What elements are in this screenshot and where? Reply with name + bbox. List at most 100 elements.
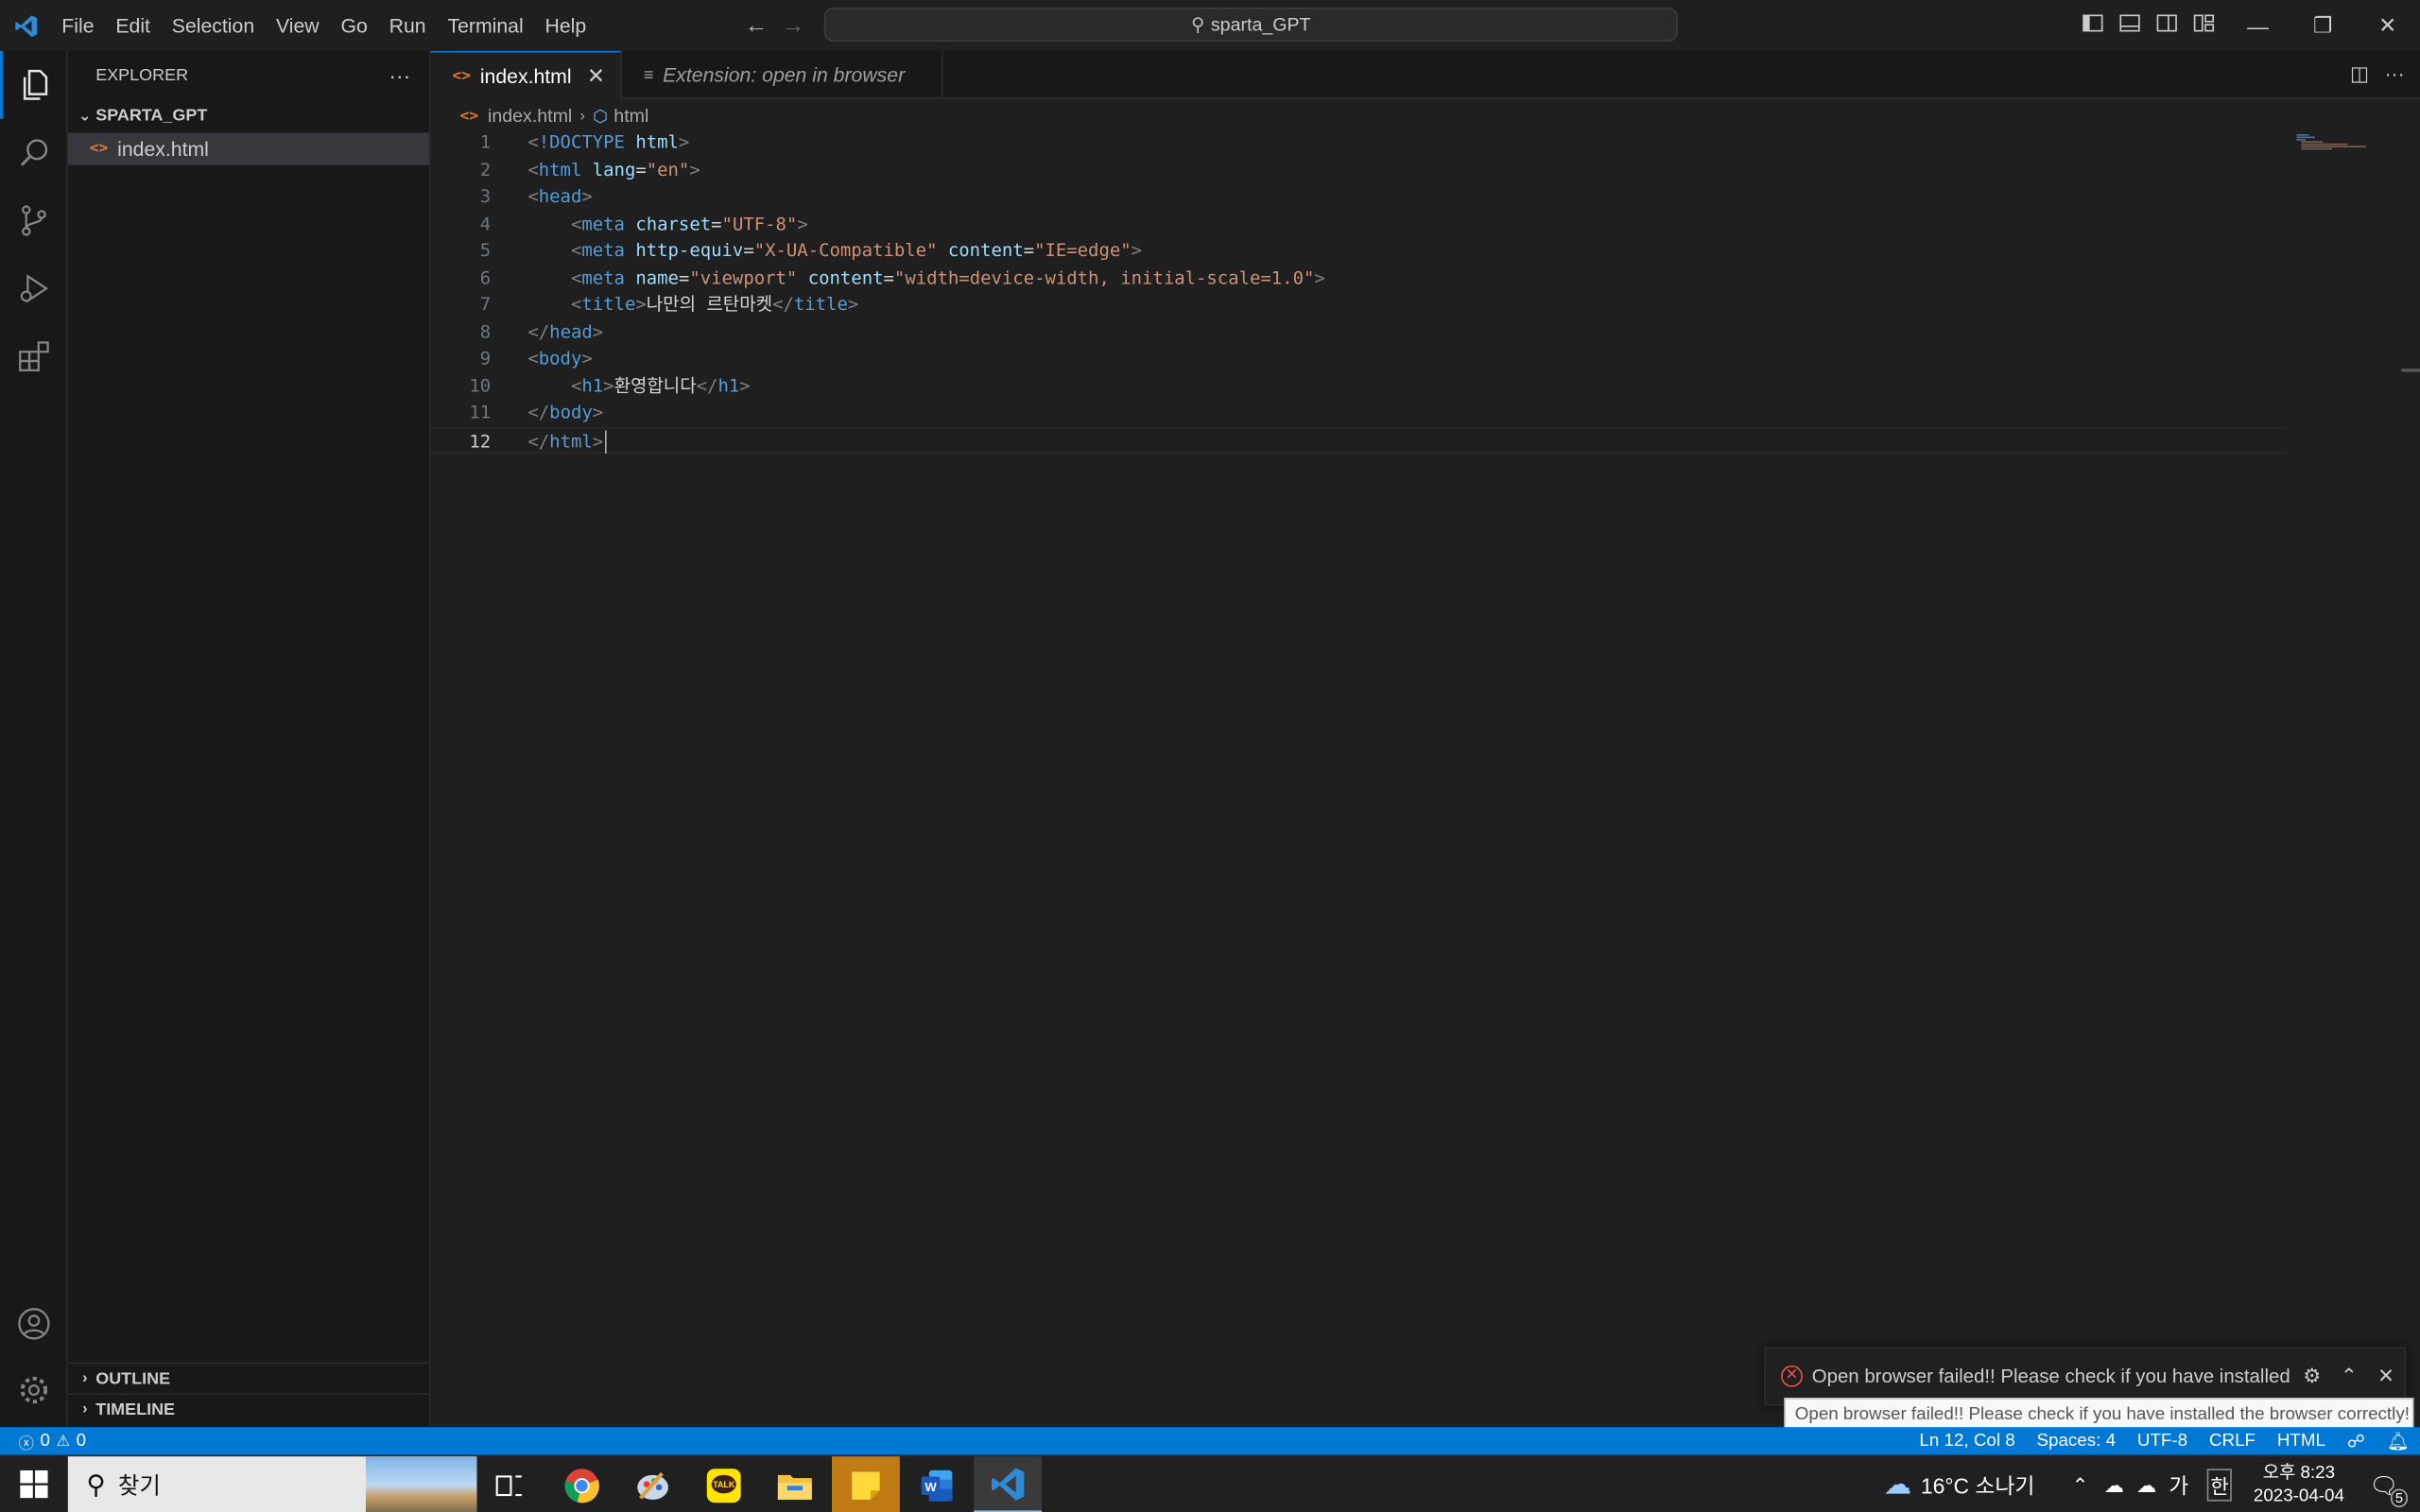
workspace-folder[interactable]: ⌄ SPARTA_GPT — [68, 98, 429, 132]
code-line[interactable]: 9 <body> — [431, 346, 2288, 373]
back-arrow-icon[interactable]: ← — [742, 12, 769, 40]
code-text[interactable]: <html lang="en"> — [527, 157, 700, 184]
chrome-icon[interactable] — [548, 1456, 616, 1512]
menu-help[interactable]: Help — [534, 0, 597, 51]
close-notification-icon[interactable]: ✕ — [2367, 1364, 2404, 1388]
line-number: 9 — [479, 347, 492, 369]
clock[interactable]: 오후 8:23 2023-04-04 — [2254, 1462, 2344, 1508]
weather-text[interactable]: 16°C 소나기 — [1921, 1469, 2035, 1501]
menu-selection[interactable]: Selection — [161, 0, 265, 51]
explorer-sidebar: EXPLORER ··· ⌄ SPARTA_GPT <> index.html … — [67, 50, 431, 1428]
accounts-icon[interactable] — [0, 1290, 68, 1358]
error-notification[interactable]: ✕ Open browser failed!! Please check if … — [1764, 1347, 2407, 1406]
code-line[interactable]: 7 <title>나만의 르탄마켓</title> — [431, 292, 2288, 319]
toggle-secondary-sidebar-icon[interactable] — [2154, 10, 2182, 38]
customize-layout-icon[interactable] — [2191, 10, 2219, 38]
end-of-line[interactable]: CRLF — [2199, 1432, 2267, 1451]
menu-edit[interactable]: Edit — [105, 0, 161, 51]
notification-settings-gear-icon[interactable]: ⚙ — [2293, 1364, 2330, 1388]
file-encoding[interactable]: UTF-8 — [2126, 1432, 2198, 1451]
code-text[interactable]: </body> — [527, 400, 603, 427]
file-explorer-icon[interactable] — [761, 1456, 829, 1512]
explorer-icon[interactable] — [0, 50, 68, 119]
weather-icon[interactable]: ☁ — [1884, 1469, 1911, 1501]
kakaotalk-icon[interactable]: TALK — [690, 1456, 758, 1512]
vscode-taskbar-icon[interactable] — [974, 1456, 1043, 1512]
tab-index-html[interactable]: <> index.html ✕ — [430, 50, 623, 101]
paint-app-icon[interactable] — [619, 1456, 687, 1512]
code-text[interactable]: <title>나만의 르탄마켓</title> — [527, 292, 858, 319]
split-editor-icon[interactable]: ◫ — [2350, 61, 2369, 86]
toggle-primary-sidebar-icon[interactable] — [2081, 10, 2108, 38]
command-center-search[interactable]: ⚲ sparta_GPT — [823, 8, 1678, 43]
more-actions-icon[interactable]: ··· — [2384, 61, 2404, 86]
windows-start-icon[interactable] — [0, 1455, 68, 1512]
close-tab-icon[interactable]: ✕ — [587, 63, 605, 90]
code-editor[interactable]: 1 <!DOCTYPE html> 2 <html lang="en"> 3 <head>… — [430, 129, 2420, 1428]
menu-file[interactable]: File — [51, 0, 105, 51]
extensions-icon[interactable] — [0, 322, 68, 390]
notification-tooltip: Open browser failed!! Please check if yo… — [1784, 1398, 2414, 1431]
code-text[interactable]: <body> — [527, 346, 592, 373]
code-line[interactable]: 1 <!DOCTYPE html> — [431, 129, 2288, 157]
minimize-icon[interactable]: — — [2225, 0, 2290, 51]
restore-icon[interactable]: ❐ — [2290, 0, 2356, 51]
code-line[interactable]: 5 <meta http-equiv="X-UA-Compatible" con… — [431, 237, 2288, 265]
expand-chevron-up-icon[interactable]: ⌃ — [2330, 1364, 2367, 1388]
code-line[interactable]: 3 <head> — [431, 183, 2288, 211]
language-mode[interactable]: HTML — [2266, 1432, 2336, 1451]
word-icon[interactable]: W — [903, 1456, 971, 1512]
cloud-sync-icon[interactable]: ☁ — [2136, 1472, 2156, 1497]
minimap[interactable] — [2293, 129, 2367, 150]
menu-view[interactable]: View — [266, 0, 330, 51]
cursor-position[interactable]: Ln 12, Col 8 — [1909, 1432, 2026, 1451]
code-line[interactable]: 8 </head> — [431, 318, 2288, 346]
feedback-icon[interactable]: ☍ — [2336, 1430, 2376, 1452]
timeline-section[interactable]: › TIMELINE — [67, 1393, 431, 1424]
code-line[interactable]: 6 <meta name="viewport" content="width=d… — [431, 265, 2288, 292]
onedrive-icon[interactable]: ☁ — [2104, 1472, 2124, 1497]
outline-section[interactable]: › OUTLINE — [67, 1362, 431, 1394]
menu-terminal[interactable]: Terminal — [437, 0, 534, 51]
code-text[interactable]: </head> — [527, 318, 603, 346]
source-control-icon[interactable] — [0, 187, 68, 255]
tab-label: Extension: open in browser — [663, 62, 906, 87]
ime-mode[interactable]: 가 — [2169, 1469, 2188, 1501]
run-debug-icon[interactable] — [0, 254, 68, 322]
menu-run[interactable]: Run — [378, 0, 437, 51]
notifications-bell-icon[interactable]: 🔔︎ — [2376, 1430, 2420, 1452]
code-line[interactable]: 4 <meta charset="UTF-8"> — [431, 211, 2288, 238]
code-line[interactable]: 11 </body> — [431, 400, 2288, 427]
code-text[interactable]: <h1>환영합니다</h1> — [527, 372, 751, 400]
problems-indicator[interactable]: ⓧ 0 ⚠ 0 — [0, 1430, 86, 1452]
line-number: 3 — [479, 184, 492, 207]
file-tree-item[interactable]: <> index.html — [67, 132, 429, 165]
code-text[interactable]: </html> — [527, 428, 607, 455]
toggle-panel-icon[interactable] — [2118, 10, 2145, 38]
code-line[interactable]: 12 </html> — [430, 426, 2288, 455]
code-text[interactable]: <!DOCTYPE html> — [527, 129, 689, 157]
more-actions-icon[interactable]: ··· — [389, 62, 410, 87]
chevron-up-icon[interactable]: ⌃ — [2072, 1472, 2089, 1497]
code-text[interactable]: <meta http-equiv="X-UA-Compatible" conte… — [527, 237, 1142, 265]
indentation[interactable]: Spaces: 4 — [2026, 1432, 2126, 1451]
tab-extension-open-in-browser[interactable]: ≡ Extension: open in browser — [622, 50, 943, 99]
close-window-icon[interactable]: ✕ — [2355, 0, 2420, 51]
code-text[interactable]: <meta name="viewport" content="width=dev… — [527, 265, 1325, 292]
sticky-notes-icon[interactable] — [831, 1456, 900, 1512]
code-line[interactable]: 2 <html lang="en"> — [431, 157, 2288, 184]
search-icon[interactable] — [0, 119, 68, 187]
task-view-icon[interactable] — [475, 1456, 544, 1512]
code-line[interactable]: 10 <h1>환영합니다</h1> — [431, 372, 2288, 400]
taskbar-search-box[interactable]: ⚲ 찾기 — [67, 1456, 477, 1512]
breadcrumb-file[interactable]: index.html — [488, 105, 572, 127]
forward-arrow-icon[interactable]: → — [779, 12, 806, 40]
code-text[interactable]: <meta charset="UTF-8"> — [527, 211, 808, 238]
breadcrumb-symbol[interactable]: html — [614, 105, 648, 127]
action-center-icon[interactable]: 🗨︎ 5 — [2369, 1471, 2408, 1507]
scrollbar-marker[interactable] — [2401, 369, 2420, 372]
menu-go[interactable]: Go — [330, 0, 378, 51]
ime-language[interactable]: 한 — [2206, 1469, 2233, 1502]
code-text[interactable]: <head> — [527, 183, 592, 211]
manage-gear-icon[interactable] — [0, 1356, 68, 1424]
